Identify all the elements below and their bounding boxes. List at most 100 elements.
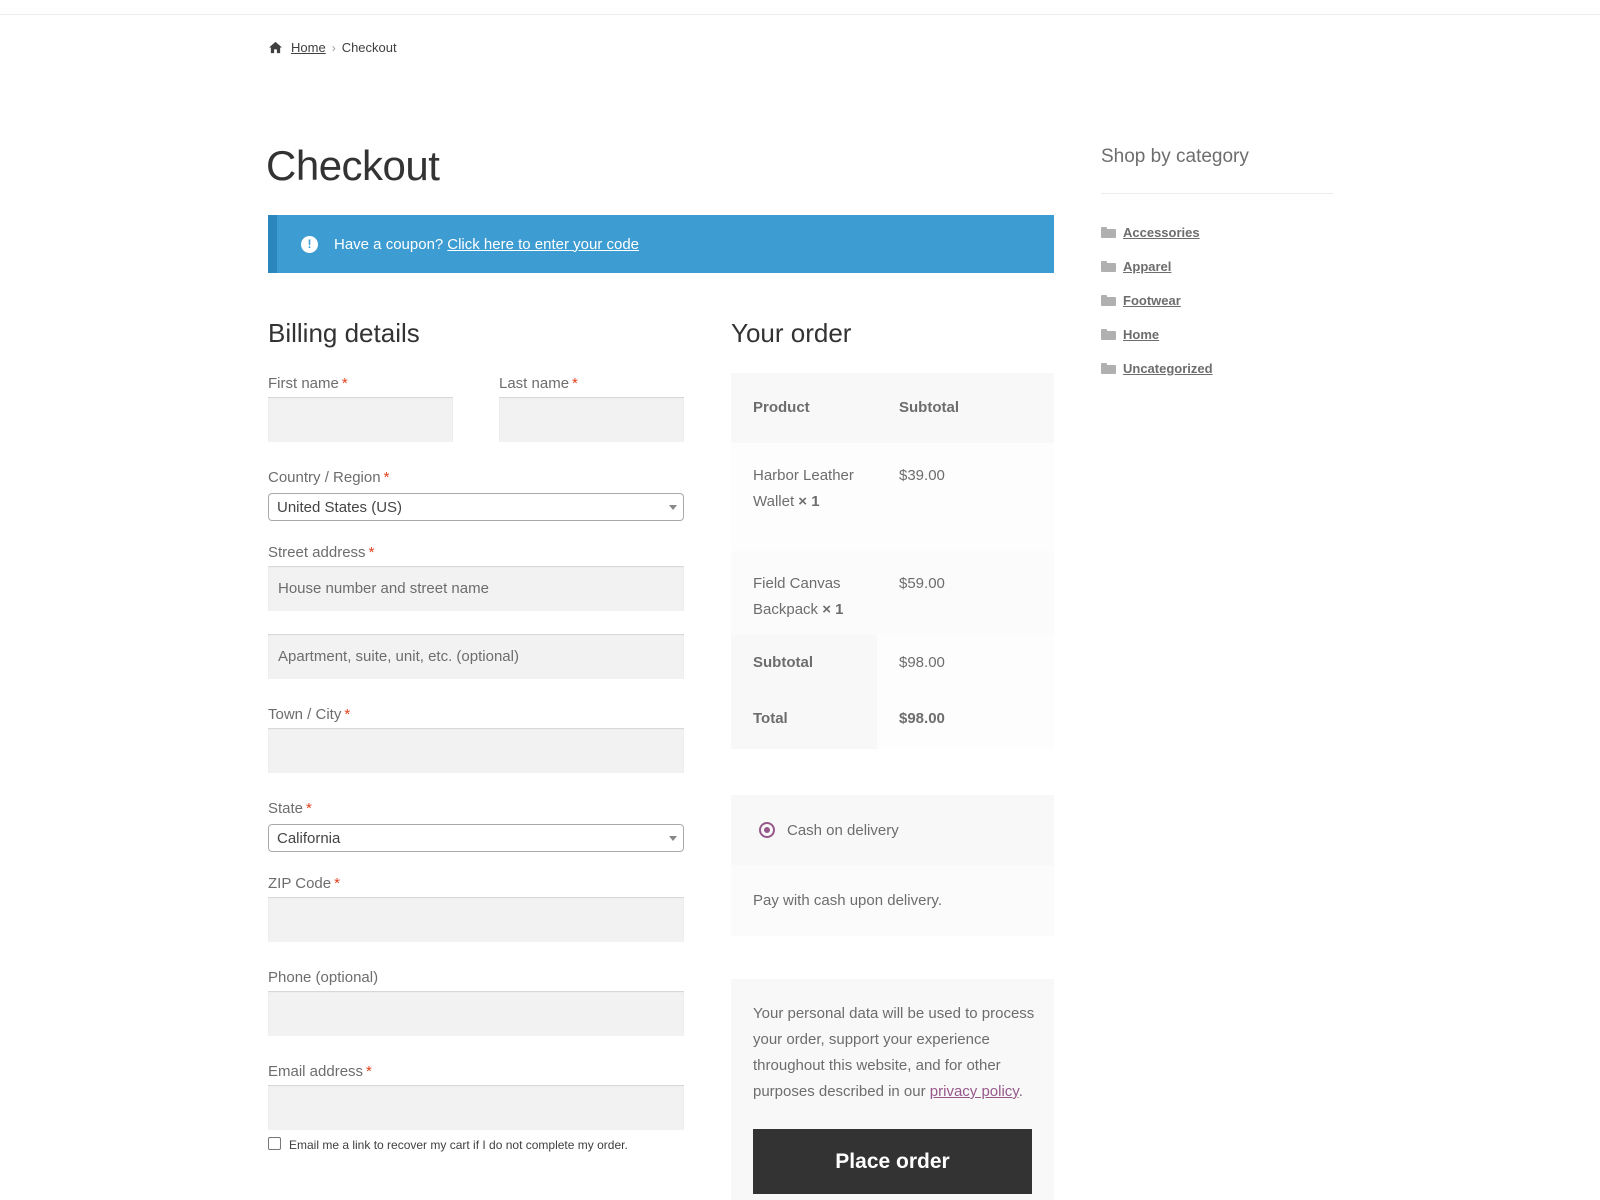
zip-label: ZIP Code * bbox=[268, 875, 340, 892]
place-order-section: Your personal data will be used to proce… bbox=[731, 979, 1054, 1200]
category-link-home[interactable]: Home bbox=[1123, 327, 1159, 342]
apartment-input[interactable] bbox=[268, 634, 684, 679]
email-label: Email address * bbox=[268, 1063, 372, 1080]
home-icon bbox=[269, 41, 282, 54]
first-name-label-text: First name bbox=[268, 375, 339, 392]
header-divider bbox=[0, 14, 1600, 15]
table-row: Field Canvas Backpack × 1 $59.00 bbox=[731, 551, 1054, 635]
product-price: $39.00 bbox=[899, 467, 945, 484]
first-name-input[interactable] bbox=[268, 397, 453, 442]
payment-methods: Cash on delivery Pay with cash upon deli… bbox=[731, 795, 1054, 936]
state-label: State * bbox=[268, 800, 312, 817]
folder-icon bbox=[1101, 362, 1116, 374]
folder-icon bbox=[1101, 226, 1116, 238]
zip-label-text: ZIP Code bbox=[268, 875, 332, 892]
column-header-product: Product bbox=[753, 399, 810, 416]
required-mark: * bbox=[306, 800, 312, 817]
required-mark: * bbox=[334, 875, 340, 892]
info-icon: ! bbox=[301, 235, 318, 253]
country-selected-value: United States (US) bbox=[277, 498, 403, 516]
category-list: Accessories Apparel Footwear Home Uncate… bbox=[1101, 215, 1213, 385]
last-name-input[interactable] bbox=[499, 397, 684, 442]
street-address-input[interactable] bbox=[268, 566, 684, 611]
last-name-label-text: Last name bbox=[499, 375, 570, 392]
sidebar-divider bbox=[1101, 193, 1333, 194]
last-name-label: Last name * bbox=[499, 375, 578, 392]
product-quantity: × 1 bbox=[822, 601, 844, 618]
folder-icon bbox=[1101, 260, 1116, 272]
payment-radio[interactable] bbox=[759, 822, 775, 838]
chevron-down-icon bbox=[669, 836, 677, 841]
phone-label: Phone (optional) bbox=[268, 969, 379, 986]
product-quantity: × 1 bbox=[798, 493, 820, 510]
payment-description: Pay with cash upon delivery. bbox=[731, 865, 1054, 936]
column-header-subtotal: Subtotal bbox=[899, 399, 959, 416]
category-item: Home bbox=[1101, 317, 1213, 351]
page-title: Checkout bbox=[266, 142, 440, 189]
category-link-footwear[interactable]: Footwear bbox=[1123, 293, 1181, 308]
category-item: Footwear bbox=[1101, 283, 1213, 317]
total-row: Total $98.00 bbox=[731, 691, 1054, 749]
billing-heading: Billing details bbox=[268, 318, 420, 348]
city-label: Town / City * bbox=[268, 706, 350, 723]
privacy-notice: Your personal data will be used to proce… bbox=[753, 1001, 1038, 1105]
state-select[interactable]: California bbox=[268, 824, 684, 852]
table-row: Harbor Leather Wallet × 1 $39.00 bbox=[731, 443, 1054, 551]
required-mark: * bbox=[368, 544, 375, 561]
required-mark: * bbox=[383, 469, 390, 486]
category-link-accessories[interactable]: Accessories bbox=[1123, 225, 1200, 240]
place-order-button[interactable]: Place order bbox=[753, 1129, 1032, 1194]
subtotal-value: $98.00 bbox=[899, 654, 945, 671]
order-table-header: Product Subtotal bbox=[731, 373, 1054, 443]
country-label-text: Country / Region bbox=[268, 469, 381, 486]
required-mark: * bbox=[366, 1063, 372, 1080]
street-label: Street address * bbox=[268, 544, 374, 561]
folder-icon bbox=[1101, 294, 1116, 306]
category-item: Accessories bbox=[1101, 215, 1213, 249]
breadcrumb: Home › Checkout bbox=[268, 40, 397, 55]
folder-icon bbox=[1101, 328, 1116, 340]
country-label: Country / Region * bbox=[268, 469, 389, 486]
country-select[interactable]: United States (US) bbox=[268, 493, 684, 521]
category-link-uncategorized[interactable]: Uncategorized bbox=[1123, 361, 1213, 376]
payment-method-cod[interactable]: Cash on delivery bbox=[731, 795, 1054, 865]
product-price: $59.00 bbox=[899, 575, 945, 592]
recover-cart-option: Email me a link to recover my cart if I … bbox=[268, 1136, 628, 1152]
chevron-down-icon bbox=[669, 505, 677, 510]
category-link-apparel[interactable]: Apparel bbox=[1123, 259, 1171, 274]
city-label-text: Town / City bbox=[268, 706, 342, 723]
coupon-notice: ! Have a coupon? Click here to enter you… bbox=[268, 215, 1054, 273]
required-mark: * bbox=[341, 375, 348, 392]
state-selected-value: California bbox=[277, 829, 341, 847]
breadcrumb-home-link[interactable]: Home bbox=[291, 40, 326, 55]
street-label-text: Street address bbox=[268, 544, 366, 561]
privacy-policy-link[interactable]: privacy policy bbox=[930, 1083, 1019, 1100]
recover-cart-checkbox[interactable] bbox=[268, 1136, 281, 1150]
radio-selected-dot bbox=[764, 827, 770, 833]
category-item: Uncategorized bbox=[1101, 351, 1213, 385]
sidebar-title: Shop by category bbox=[1101, 146, 1249, 167]
breadcrumb-separator: › bbox=[331, 40, 336, 55]
privacy-end: . bbox=[1018, 1083, 1023, 1100]
subtotal-row: Subtotal $98.00 bbox=[731, 635, 1054, 691]
state-label-text: State bbox=[268, 800, 304, 817]
payment-method-label: Cash on delivery bbox=[787, 821, 899, 839]
zip-input[interactable] bbox=[268, 897, 684, 942]
email-label-text: Email address bbox=[268, 1063, 364, 1080]
order-heading: Your order bbox=[731, 318, 852, 348]
phone-input[interactable] bbox=[268, 991, 684, 1036]
coupon-link[interactable]: Click here to enter your code bbox=[447, 236, 639, 253]
required-mark: * bbox=[572, 375, 578, 392]
email-input[interactable] bbox=[268, 1085, 684, 1130]
total-value: $98.00 bbox=[899, 710, 945, 727]
category-item: Apparel bbox=[1101, 249, 1213, 283]
coupon-text: Have a coupon? bbox=[334, 235, 444, 253]
product-name: Harbor Leather Wallet × 1 bbox=[753, 463, 863, 515]
first-name-label: First name * bbox=[268, 375, 348, 392]
total-label: Total bbox=[753, 710, 788, 727]
required-mark: * bbox=[344, 706, 351, 723]
product-name: Field Canvas Backpack × 1 bbox=[753, 571, 863, 623]
recover-cart-text: Email me a link to recover my cart if I … bbox=[289, 1138, 628, 1152]
subtotal-label: Subtotal bbox=[753, 654, 813, 671]
city-input[interactable] bbox=[268, 728, 684, 773]
